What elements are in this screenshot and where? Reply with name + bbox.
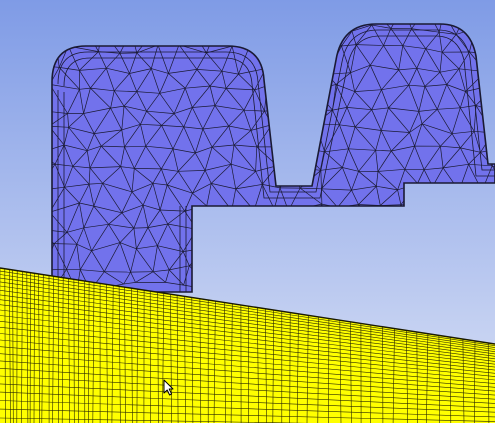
mesh-scene[interactable]: [0, 0, 495, 423]
mesh-edge: [134, 168, 162, 170]
mesh-viewport[interactable]: [0, 0, 495, 423]
mesh-edge: [133, 227, 149, 229]
mesh-edge: [320, 170, 322, 189]
